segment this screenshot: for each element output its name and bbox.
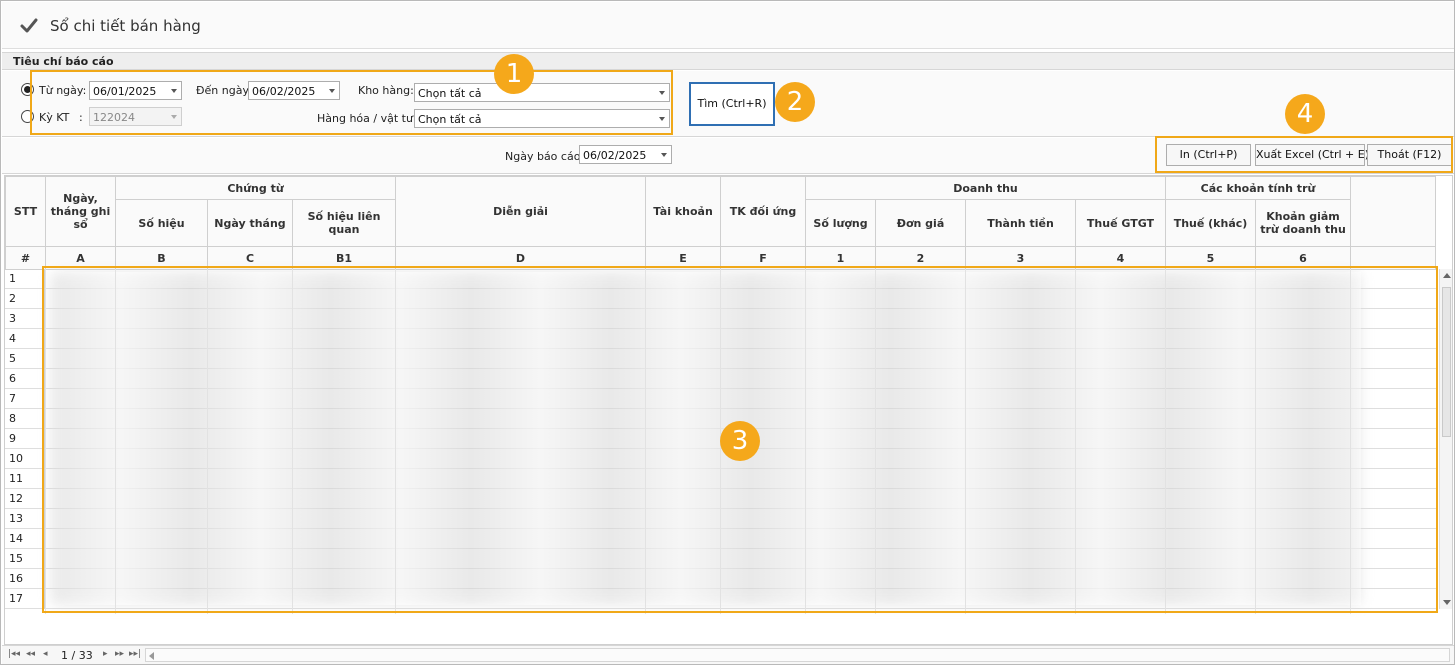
page-indicator: 1 / 33 [61,649,93,662]
scroll-down-icon[interactable] [1443,600,1451,605]
row-number: 8 [5,409,45,429]
prev-page-icon[interactable]: ◂ [43,649,48,659]
col-amount[interactable]: Thành tiền [965,199,1076,247]
callout-box-criteria [30,70,673,135]
row-number: 17 [5,589,45,609]
row-number: 6 [5,369,45,389]
grid-header: STT Ngày, tháng ghi sổ Chứng từ Diễn giả… [5,176,1436,270]
col-ref: # [5,246,46,270]
pager-bar: |◂◂ ◂◂ ◂ 1 / 33 ▸ ▸▸ ▸▸| [2,645,1454,664]
col-group-deductions: Các khoản tính trừ [1165,176,1351,200]
row-number: 14 [5,529,45,549]
col-date[interactable]: Ngày, tháng ghi sổ [45,176,116,247]
row-number: 15 [5,549,45,569]
row-number: 13 [5,509,45,529]
col-vat[interactable]: Thuế GTGT [1075,199,1166,247]
next-page-icon[interactable]: ▸ [103,649,108,659]
col-empty [1350,176,1436,247]
col-voucher-date[interactable]: Ngày tháng [207,199,293,247]
col-account[interactable]: Tài khoản [645,176,721,247]
row-number: 11 [5,469,45,489]
scroll-left-icon[interactable] [149,652,154,660]
col-stt[interactable]: STT [5,176,46,247]
callout-box-actions [1155,136,1453,173]
col-contra-account[interactable]: TK đối ứng [720,176,806,247]
row-number: 2 [5,289,45,309]
chevron-down-icon [661,153,667,157]
row-number: 1 [5,269,45,289]
next-block-icon[interactable]: ▸▸ [115,649,124,659]
callout-badge: 2 [775,82,815,122]
col-group-voucher: Chứng từ [115,176,396,200]
row-number: 9 [5,429,45,449]
horizontal-scrollbar[interactable] [145,648,1450,662]
criteria-section-title: Tiêu chí báo cáo [13,55,114,68]
check-icon [20,18,38,33]
callout-badge: 3 [720,421,760,461]
col-other-tax[interactable]: Thuế (khác) [1165,199,1256,247]
callout-badge: 1 [494,54,534,94]
report-date-label: Ngày báo cáo: [505,150,585,163]
scroll-up-icon[interactable] [1443,273,1451,278]
page-title: Sổ chi tiết bán hàng [50,17,201,35]
col-quantity[interactable]: Số lượng [805,199,876,247]
row-number: 12 [5,489,45,509]
criteria-section-header: Tiêu chí báo cáo [2,52,1454,70]
callout-badge: 4 [1285,94,1325,134]
row-number: 3 [5,309,45,329]
last-page-icon[interactable]: ▸▸| [129,649,141,659]
row-number: 16 [5,569,45,589]
row-number: 7 [5,389,45,409]
col-unit-price[interactable]: Đơn giá [875,199,966,247]
prev-block-icon[interactable]: ◂◂ [26,649,35,659]
col-related-no[interactable]: Số hiệu liên quan [292,199,396,247]
scroll-thumb[interactable] [1442,287,1451,437]
vertical-scrollbar[interactable] [1439,269,1452,609]
app-window: Sổ chi tiết bán hàng Tiêu chí báo cáo Từ… [0,0,1455,665]
first-page-icon[interactable]: |◂◂ [8,649,20,659]
col-description[interactable]: Diễn giải [395,176,646,247]
col-voucher-no[interactable]: Số hiệu [115,199,208,247]
col-revenue-deduction[interactable]: Khoản giảm trừ doanh thu [1255,199,1351,247]
search-button[interactable]: Tìm (Ctrl+R) [689,82,775,126]
row-number: 4 [5,329,45,349]
row-number: 10 [5,449,45,469]
report-date-picker[interactable]: 06/02/2025 [579,145,672,164]
title-bar: Sổ chi tiết bán hàng [2,2,1454,49]
row-number: 5 [5,349,45,369]
col-group-revenue: Doanh thu [805,176,1166,200]
